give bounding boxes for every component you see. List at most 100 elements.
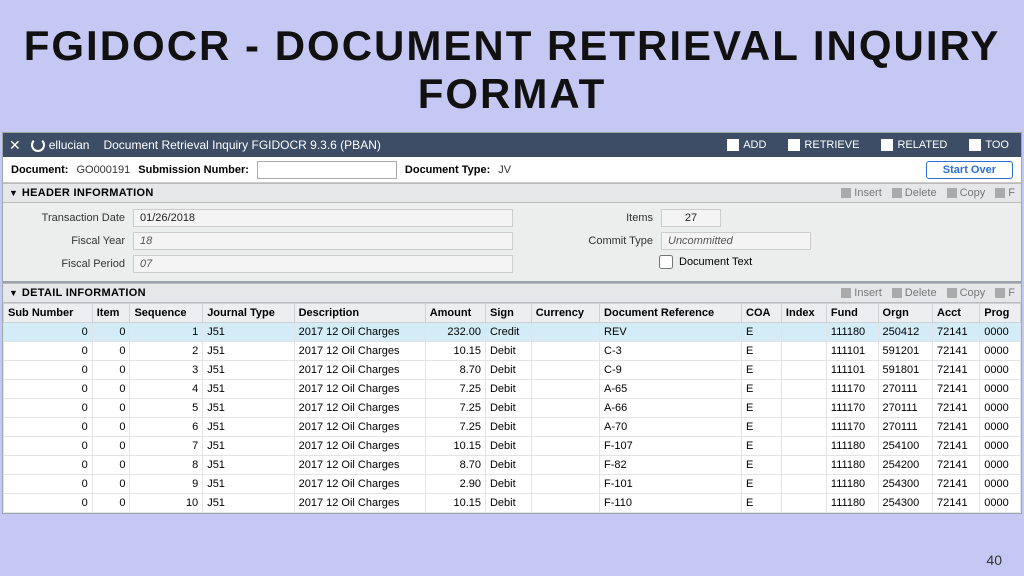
cell-acct: 72141 (933, 475, 980, 494)
cell-coa: E (742, 361, 782, 380)
cell-fund: 111101 (826, 342, 878, 361)
retrieve-button[interactable]: RETRIEVE (782, 139, 865, 151)
column-header[interactable]: Currency (531, 304, 599, 323)
cell-prog: 0000 (980, 323, 1021, 342)
app-window: ✕ ellucian Document Retrieval Inquiry FG… (2, 132, 1022, 514)
delete-label: Delete (905, 287, 937, 299)
cell-sub: 0 (4, 475, 93, 494)
cell-curr (531, 361, 599, 380)
insert-icon (841, 288, 851, 298)
cell-amount: 8.70 (425, 361, 485, 380)
filter-button[interactable]: F (995, 187, 1015, 199)
related-button[interactable]: RELATED (875, 139, 953, 151)
column-header[interactable]: Description (294, 304, 425, 323)
cell-amount: 7.25 (425, 380, 485, 399)
cell-amount: 7.25 (425, 399, 485, 418)
cell-docref: F-107 (600, 437, 742, 456)
column-header[interactable]: Fund (826, 304, 878, 323)
caret-down-icon[interactable]: ▼ (9, 288, 18, 298)
tools-button[interactable]: TOO (963, 139, 1015, 151)
cell-fund: 111180 (826, 475, 878, 494)
cell-fund: 111180 (826, 437, 878, 456)
cell-item: 0 (92, 437, 130, 456)
cell-acct: 72141 (933, 418, 980, 437)
cell-amount: 10.15 (425, 342, 485, 361)
table-row[interactable]: 005J512017 12 Oil Charges7.25DebitA-66E1… (4, 399, 1021, 418)
insert-button[interactable]: Insert (841, 187, 882, 199)
column-header[interactable]: Sequence (130, 304, 203, 323)
commit-type-label: Commit Type (573, 235, 653, 247)
column-header[interactable]: Acct (933, 304, 980, 323)
table-row[interactable]: 008J512017 12 Oil Charges8.70DebitF-82E1… (4, 456, 1021, 475)
column-header[interactable]: COA (742, 304, 782, 323)
close-icon[interactable]: ✕ (9, 137, 21, 154)
cell-sub: 0 (4, 437, 93, 456)
cell-prog: 0000 (980, 399, 1021, 418)
cell-coa: E (742, 437, 782, 456)
cell-amount: 232.00 (425, 323, 485, 342)
cell-index (781, 323, 826, 342)
commit-type-field[interactable]: Uncommitted (661, 232, 811, 250)
table-row[interactable]: 009J512017 12 Oil Charges2.90DebitF-101E… (4, 475, 1021, 494)
fiscal-period-field[interactable]: 07 (133, 255, 513, 273)
items-field[interactable]: 27 (661, 209, 721, 227)
topbar: ✕ ellucian Document Retrieval Inquiry FG… (3, 133, 1021, 157)
cell-coa: E (742, 323, 782, 342)
cell-item: 0 (92, 380, 130, 399)
delete-button[interactable]: Delete (892, 187, 937, 199)
fiscal-year-field[interactable]: 18 (133, 232, 513, 250)
column-header[interactable]: Orgn (878, 304, 933, 323)
cell-amount: 10.15 (425, 494, 485, 513)
delete-button[interactable]: Delete (892, 287, 937, 299)
cell-prog: 0000 (980, 418, 1021, 437)
insert-button[interactable]: Insert (841, 287, 882, 299)
caret-down-icon[interactable]: ▼ (9, 188, 18, 198)
cell-orgn: 270111 (878, 418, 933, 437)
column-header[interactable]: Sign (485, 304, 531, 323)
cell-amount: 7.25 (425, 418, 485, 437)
cell-curr (531, 456, 599, 475)
column-header[interactable]: Journal Type (203, 304, 294, 323)
table-row[interactable]: 007J512017 12 Oil Charges10.15DebitF-107… (4, 437, 1021, 456)
slide-page-number: 40 (986, 552, 1002, 568)
slide-title: FGIDOCR - DOCUMENT RETRIEVAL INQUIRY FOR… (0, 0, 1024, 132)
cell-jtype: J51 (203, 323, 294, 342)
table-row[interactable]: 001J512017 12 Oil Charges232.00CreditREV… (4, 323, 1021, 342)
table-row[interactable]: 006J512017 12 Oil Charges7.25DebitA-70E1… (4, 418, 1021, 437)
add-button[interactable]: ADD (721, 139, 772, 151)
column-header[interactable]: Item (92, 304, 130, 323)
cell-coa: E (742, 494, 782, 513)
transaction-date-field[interactable]: 01/26/2018 (133, 209, 513, 227)
cell-sub: 0 (4, 361, 93, 380)
copy-button[interactable]: Copy (947, 187, 986, 199)
cell-acct: 72141 (933, 380, 980, 399)
cell-amount: 8.70 (425, 456, 485, 475)
cell-desc: 2017 12 Oil Charges (294, 380, 425, 399)
related-icon (881, 139, 893, 151)
document-text-checkbox[interactable] (659, 255, 673, 269)
cell-jtype: J51 (203, 494, 294, 513)
cell-docref: C-3 (600, 342, 742, 361)
column-header[interactable]: Amount (425, 304, 485, 323)
cell-sub: 0 (4, 456, 93, 475)
table-row[interactable]: 004J512017 12 Oil Charges7.25DebitA-65E1… (4, 380, 1021, 399)
copy-button[interactable]: Copy (947, 287, 986, 299)
table-row[interactable]: 002J512017 12 Oil Charges10.15DebitC-3E1… (4, 342, 1021, 361)
filter-button[interactable]: F (995, 287, 1015, 299)
column-header[interactable]: Index (781, 304, 826, 323)
table-row[interactable]: 0010J512017 12 Oil Charges10.15DebitF-11… (4, 494, 1021, 513)
start-over-button[interactable]: Start Over (926, 161, 1013, 179)
brand: ellucian (31, 138, 90, 152)
gear-icon (969, 139, 981, 151)
cell-desc: 2017 12 Oil Charges (294, 342, 425, 361)
column-header[interactable]: Prog (980, 304, 1021, 323)
add-label: ADD (743, 139, 766, 151)
cell-fund: 111170 (826, 399, 878, 418)
section-tools: Insert Delete Copy F (841, 187, 1015, 199)
column-header[interactable]: Sub Number (4, 304, 93, 323)
submission-input[interactable] (257, 161, 397, 179)
column-header[interactable]: Document Reference (600, 304, 742, 323)
cell-seq: 2 (130, 342, 203, 361)
cell-jtype: J51 (203, 380, 294, 399)
table-row[interactable]: 003J512017 12 Oil Charges8.70DebitC-9E11… (4, 361, 1021, 380)
